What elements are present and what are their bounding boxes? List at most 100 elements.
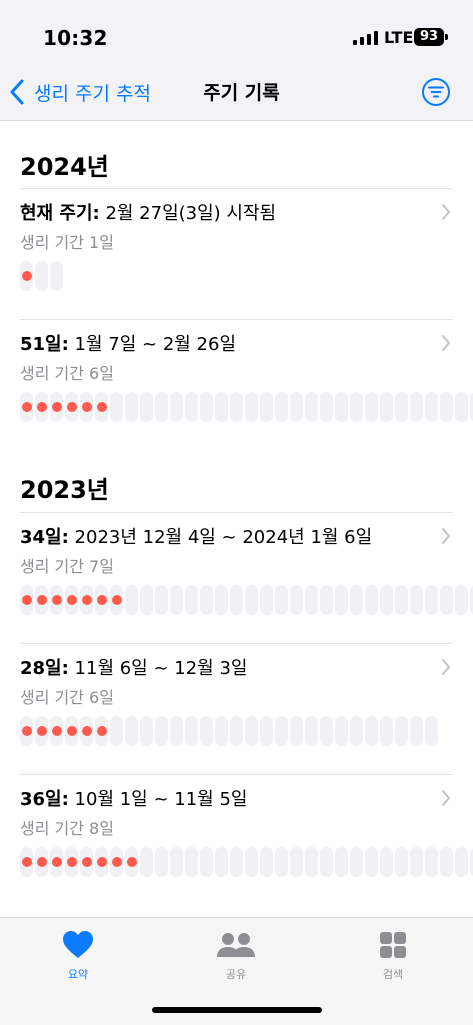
cycle-day-marker: [200, 847, 213, 877]
cycle-day-marker: [455, 392, 468, 422]
period-day-marker: [65, 716, 78, 746]
cycle-day-bar: [20, 847, 473, 877]
period-day-marker: [35, 392, 48, 422]
cycle-row[interactable]: 현재 주기: 2월 27일(3일) 시작됨 생리 기간 1일: [20, 188, 453, 319]
cycle-day-marker: [170, 716, 183, 746]
status-bar: 10:32 LTE 93: [0, 0, 473, 66]
cycle-day-marker: [305, 392, 318, 422]
cycle-day-marker: [245, 585, 258, 615]
period-day-marker: [65, 392, 78, 422]
cycle-day-bar: [20, 392, 473, 422]
period-day-marker: [95, 847, 108, 877]
cycle-day-marker: [380, 847, 393, 877]
cycle-day-marker: [245, 392, 258, 422]
battery-tip: [445, 34, 448, 40]
cycle-day-marker: [395, 716, 408, 746]
cycle-day-marker: [275, 392, 288, 422]
cycle-day-marker: [140, 716, 153, 746]
tab-summary-label: 요약: [67, 968, 89, 981]
period-length: 생리 기간 7일: [20, 557, 114, 576]
cycle-day-marker: [125, 585, 138, 615]
cycle-title: 28일: 11월 6일 ~ 12월 3일: [20, 658, 248, 679]
battery-icon: 93: [414, 28, 444, 46]
cycle-title: 36일: 10월 1일 ~ 11월 5일: [20, 789, 248, 810]
period-day-marker: [50, 392, 63, 422]
cycle-day-marker: [410, 716, 423, 746]
tab-browse-label: 검색: [382, 968, 404, 981]
cycle-day-marker: [350, 392, 363, 422]
cycle-day-marker: [260, 716, 273, 746]
grid-icon: [380, 932, 406, 958]
year-header-2024: 2024년: [20, 153, 109, 181]
cycle-day-marker: [230, 585, 243, 615]
chevron-right-icon: [442, 659, 451, 675]
period-day-marker: [80, 716, 93, 746]
cycle-day-marker: [335, 716, 348, 746]
cycle-day-marker: [215, 847, 228, 877]
cycle-day-marker: [230, 716, 243, 746]
cycle-day-bar: [20, 716, 438, 746]
cycle-row[interactable]: 51일: 1월 7일 ~ 2월 26일 생리 기간 6일: [20, 319, 473, 450]
network-type: LTE: [384, 28, 414, 47]
cycle-day-marker: [245, 716, 258, 746]
cycle-day-marker: [365, 847, 378, 877]
cycle-day-marker: [320, 847, 333, 877]
cycle-day-marker: [230, 392, 243, 422]
cycle-day-marker: [185, 585, 198, 615]
cycle-day-marker: [410, 585, 423, 615]
cycle-day-marker: [170, 392, 183, 422]
cycle-day-marker: [350, 716, 363, 746]
period-day-marker: [20, 716, 33, 746]
cycle-day-marker: [365, 716, 378, 746]
period-day-marker: [20, 392, 33, 422]
cycle-day-marker: [215, 392, 228, 422]
people-icon: [217, 933, 255, 957]
cycle-day-marker: [260, 585, 273, 615]
cycle-day-marker: [185, 392, 198, 422]
cycle-day-marker: [380, 585, 393, 615]
period-day-marker: [35, 847, 48, 877]
cycle-row[interactable]: 34일: 2023년 12월 4일 ~ 2024년 1월 6일 생리 기간 7일: [20, 512, 473, 643]
cycle-day-bar: [20, 585, 473, 615]
home-indicator: [152, 1007, 322, 1013]
tab-browse[interactable]: 검색: [333, 930, 453, 982]
page-title: 주기 기록: [203, 82, 280, 104]
cycle-day-marker: [155, 847, 168, 877]
cycle-day-marker: [140, 847, 153, 877]
status-time: 10:32: [43, 26, 108, 50]
cycle-day-marker: [125, 716, 138, 746]
cycle-day-marker: [305, 716, 318, 746]
period-day-marker: [80, 392, 93, 422]
filter-icon[interactable]: [421, 77, 451, 107]
cycle-day-marker: [50, 261, 63, 291]
cycle-day-marker: [155, 716, 168, 746]
period-day-marker: [110, 847, 123, 877]
cycle-day-marker: [170, 585, 183, 615]
period-day-marker: [20, 261, 33, 291]
cycle-day-marker: [215, 585, 228, 615]
cycle-day-marker: [455, 585, 468, 615]
cycle-day-marker: [350, 585, 363, 615]
cycle-day-marker: [320, 716, 333, 746]
cycle-day-marker: [395, 585, 408, 615]
cycle-day-marker: [260, 392, 273, 422]
cycle-day-marker: [125, 392, 138, 422]
period-day-marker: [95, 585, 108, 615]
cycle-day-marker: [185, 716, 198, 746]
cycle-row[interactable]: 28일: 11월 6일 ~ 12월 3일 생리 기간 6일: [20, 643, 453, 774]
period-day-marker: [125, 847, 138, 877]
tab-sharing[interactable]: 공유: [176, 930, 296, 982]
period-day-marker: [110, 585, 123, 615]
cycle-day-marker: [35, 261, 48, 291]
tab-summary[interactable]: 요약: [18, 930, 138, 982]
cycle-day-marker: [395, 392, 408, 422]
cycle-day-marker: [275, 585, 288, 615]
cycle-day-marker: [335, 585, 348, 615]
cycle-day-marker: [425, 585, 438, 615]
cycle-day-marker: [185, 847, 198, 877]
cycle-row[interactable]: 36일: 10월 1일 ~ 11월 5일 생리 기간 8일: [20, 774, 473, 905]
cycle-day-marker: [155, 392, 168, 422]
cycle-day-marker: [155, 585, 168, 615]
cycle-day-marker: [395, 847, 408, 877]
cycle-day-marker: [290, 392, 303, 422]
